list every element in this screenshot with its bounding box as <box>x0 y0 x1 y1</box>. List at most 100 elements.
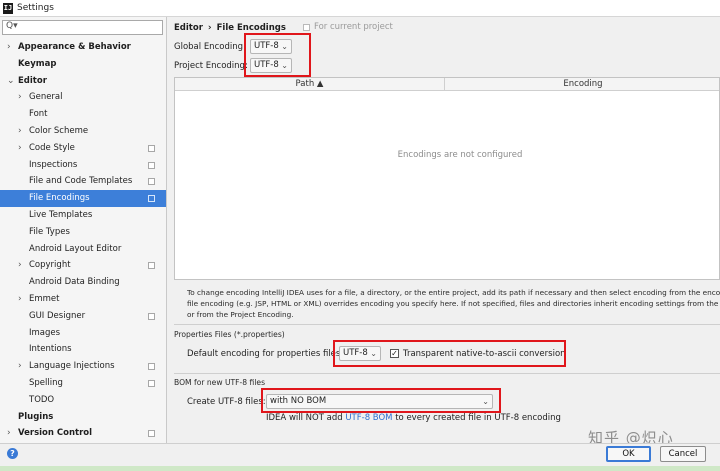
sidebar-item-font[interactable]: Font <box>0 106 166 123</box>
for-current-project-hint: For current project <box>303 22 393 32</box>
chevron-right-icon[interactable]: › <box>18 358 22 375</box>
sidebar-item-label: File Encodings <box>29 193 90 204</box>
create-utf8-files-label: Create UTF-8 files: <box>187 397 266 407</box>
sidebar-item-label: Keymap <box>18 58 57 69</box>
window-titlebar: IJ Settings <box>0 0 720 17</box>
chevron-right-icon[interactable]: › <box>18 291 22 308</box>
sidebar-item-label: Android Data Binding <box>29 277 120 288</box>
chevron-down-icon[interactable]: ⌄ <box>7 73 15 90</box>
sidebar-item-file-encodings[interactable]: File Encodings <box>0 190 166 207</box>
sidebar-item-label: Code Style <box>29 142 75 153</box>
help-line: To change encoding IntelliJ IDEA uses fo… <box>187 288 720 297</box>
project-scope-icon <box>148 262 155 270</box>
sidebar-item-editor[interactable]: ⌄ Editor <box>0 73 166 90</box>
project-scope-icon <box>148 379 155 387</box>
project-scope-icon <box>148 161 155 169</box>
sidebar-item-label: Live Templates <box>29 209 93 220</box>
help-line: file encoding (e.g. JSP, HTML or XML) ov… <box>187 299 720 308</box>
sidebar-item-label: Copyright <box>29 260 71 271</box>
sidebar-item-label: TODO <box>29 394 55 405</box>
sidebar-item-gui-designer[interactable]: GUI Designer <box>0 308 166 325</box>
project-scope-icon <box>148 144 155 152</box>
properties-encoding-label: Default encoding for properties files: <box>187 349 344 359</box>
sidebar-item-color-scheme[interactable]: › Color Scheme <box>0 123 166 140</box>
bom-info-text: IDEA will NOT add UTF-8 BOM to every cre… <box>266 411 561 425</box>
highlight-box-bom <box>261 388 501 413</box>
sidebar-item-file-types[interactable]: File Types <box>0 224 166 241</box>
sidebar-item-label: File and Code Templates <box>29 176 133 187</box>
help-line: or from the Project Encoding. <box>187 310 294 319</box>
chevron-right-icon[interactable]: › <box>18 257 22 274</box>
sidebar-item-general[interactable]: › General <box>0 89 166 106</box>
project-encoding-label: Project Encoding: <box>174 61 248 71</box>
chevron-right-icon[interactable]: › <box>7 39 11 56</box>
sidebar-item-intentions[interactable]: Intentions <box>0 341 166 358</box>
table-empty-message: Encodings are not configured <box>397 150 523 160</box>
column-header-path[interactable]: Path ▲ <box>175 78 445 90</box>
project-scope-icon <box>303 23 310 31</box>
sidebar-item-appearance-behavior[interactable]: › Appearance & Behavior <box>0 39 166 56</box>
project-scope-icon <box>148 430 155 438</box>
sidebar-item-label: Editor <box>18 75 47 86</box>
utf8-bom-link[interactable]: UTF-8 BOM <box>345 413 392 423</box>
encoding-help-text: To change encoding IntelliJ IDEA uses fo… <box>187 287 720 320</box>
breadcrumb-separator-icon: › <box>207 23 212 33</box>
breadcrumb-parent: Editor <box>174 23 203 33</box>
sidebar-item-label: Font <box>29 109 48 120</box>
ok-button[interactable]: OK <box>606 446 651 462</box>
sidebar-item-label: Appearance & Behavior <box>18 42 131 52</box>
properties-section-title: Properties Files (*.properties) <box>174 330 285 339</box>
chevron-right-icon[interactable]: › <box>18 89 22 106</box>
search-icon: Q▾ <box>6 21 18 31</box>
for-current-project-label: For current project <box>314 22 393 32</box>
sidebar-item-live-templates[interactable]: Live Templates <box>0 207 166 224</box>
sidebar-item-label: File Types <box>29 226 70 237</box>
sidebar-item-todo[interactable]: TODO <box>0 392 166 409</box>
sidebar-item-version-control[interactable]: › Version Control <box>0 425 166 442</box>
sidebar-item-label: Color Scheme <box>29 125 89 136</box>
sidebar-item-label: GUI Designer <box>29 310 86 321</box>
help-icon[interactable]: ? <box>7 448 18 459</box>
project-scope-icon <box>148 178 155 186</box>
sidebar-item-spelling[interactable]: Spelling <box>0 375 166 392</box>
sidebar-item-label: Intentions <box>29 344 72 355</box>
sidebar-item-label: Spelling <box>29 377 63 388</box>
global-encoding-label: Global Encoding: <box>174 42 246 52</box>
chevron-right-icon[interactable]: › <box>18 140 22 157</box>
project-scope-icon <box>148 195 155 203</box>
sidebar-item-keymap[interactable]: Keymap <box>0 56 166 73</box>
sidebar-item-label: General <box>29 92 63 103</box>
highlight-box-encodings <box>244 33 311 77</box>
sidebar-item-language-injections[interactable]: › Language Injections <box>0 358 166 375</box>
sidebar-item-plugins[interactable]: Plugins <box>0 409 166 426</box>
settings-sidebar: Q▾ › Appearance & Behavior Keymap ⌄ Editor › G… <box>0 17 167 443</box>
encoding-table[interactable]: Path ▲ Encoding Encodings are not config… <box>174 77 720 280</box>
sidebar-item-label: Inspections <box>29 159 78 170</box>
chevron-right-icon[interactable]: › <box>7 425 11 442</box>
sidebar-item-label: Emmet <box>29 293 60 304</box>
sidebar-item-copyright[interactable]: › Copyright <box>0 257 166 274</box>
sidebar-item-android-layout-editor[interactable]: Android Layout Editor <box>0 241 166 258</box>
divider <box>174 373 720 374</box>
window-title: Settings <box>17 3 54 13</box>
sidebar-item-emmet[interactable]: › Emmet <box>0 291 166 308</box>
sidebar-item-inspections[interactable]: Inspections <box>0 157 166 174</box>
column-header-encoding[interactable]: Encoding <box>445 78 720 90</box>
divider <box>174 324 720 325</box>
sidebar-item-images[interactable]: Images <box>0 325 166 342</box>
sidebar-item-label: Version Control <box>18 428 93 439</box>
sidebar-item-android-data-binding[interactable]: Android Data Binding <box>0 274 166 291</box>
project-scope-icon <box>148 312 155 320</box>
sidebar-item-label: Plugins <box>18 411 54 422</box>
cancel-button[interactable]: Cancel <box>660 446 706 462</box>
sidebar-item-file-and-code-templates[interactable]: File and Code Templates <box>0 173 166 190</box>
sidebar-item-label: Language Injections <box>29 361 115 372</box>
search-input[interactable]: Q▾ <box>2 20 163 35</box>
chevron-right-icon[interactable]: › <box>18 123 22 140</box>
sidebar-item-code-style[interactable]: › Code Style <box>0 140 166 157</box>
bom-section-title: BOM for new UTF-8 files <box>174 378 266 387</box>
intellij-icon: IJ <box>3 2 13 14</box>
project-scope-icon <box>148 363 155 371</box>
sidebar-item-label: Android Layout Editor <box>29 243 122 254</box>
breadcrumb-current: File Encodings <box>216 23 286 33</box>
